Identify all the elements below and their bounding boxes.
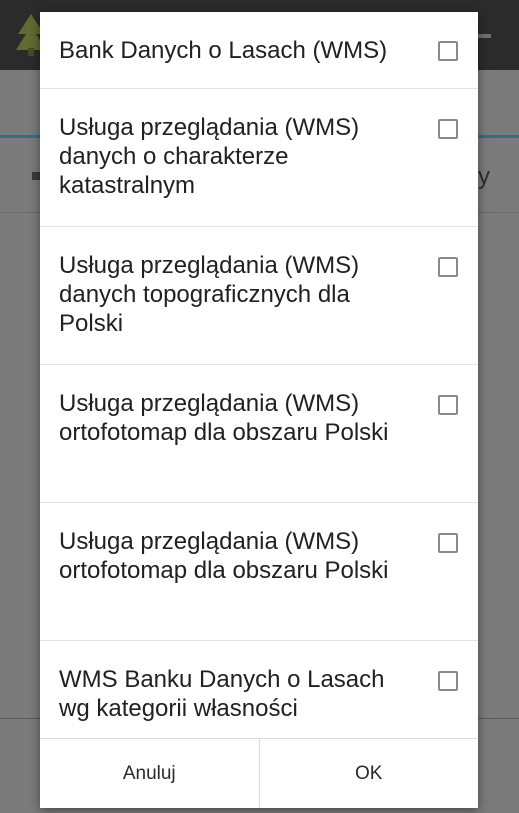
cancel-button[interactable]: Anuluj: [40, 739, 260, 808]
checkbox[interactable]: [438, 41, 458, 61]
bullet-icon: [32, 172, 40, 180]
option-label: Usługa przeglądania (WMS) danych topogra…: [59, 252, 360, 337]
list-item[interactable]: Usługa przeglądania (WMS) danych o chara…: [40, 89, 478, 227]
checkbox[interactable]: [438, 119, 458, 139]
checkbox[interactable]: [438, 533, 458, 553]
checkbox[interactable]: [438, 257, 458, 277]
checkbox[interactable]: [438, 671, 458, 691]
list-item[interactable]: Bank Danych o Lasach (WMS): [40, 12, 478, 89]
option-label: Usługa przeglądania (WMS) danych o chara…: [59, 114, 360, 199]
list-item[interactable]: Usługa przeglądania (WMS) ortofotomap dl…: [40, 503, 478, 641]
background-text: y: [478, 163, 490, 190]
checkbox[interactable]: [438, 395, 458, 415]
option-label: Usługa przeglądania (WMS) ortofotomap dl…: [59, 528, 389, 584]
option-label: Bank Danych o Lasach (WMS): [59, 37, 388, 64]
list-item[interactable]: Usługa przeglądania (WMS) ortofotomap dl…: [40, 365, 478, 503]
ok-button[interactable]: OK: [259, 739, 478, 808]
dialog-button-bar: Anuluj OK: [40, 738, 478, 808]
list-item[interactable]: WMS Banku Danych o Lasach wg kategorii w…: [40, 641, 478, 738]
layer-select-dialog: Bank Danych o Lasach (WMS) Usługa przegl…: [40, 12, 478, 808]
list-item[interactable]: Usługa przeglądania (WMS) danych topogra…: [40, 227, 478, 365]
option-label: Usługa przeglądania (WMS) ortofotomap dl…: [59, 390, 389, 446]
options-list: Bank Danych o Lasach (WMS) Usługa przegl…: [40, 12, 478, 738]
option-label: WMS Banku Danych o Lasach wg kategorii w…: [59, 666, 385, 722]
